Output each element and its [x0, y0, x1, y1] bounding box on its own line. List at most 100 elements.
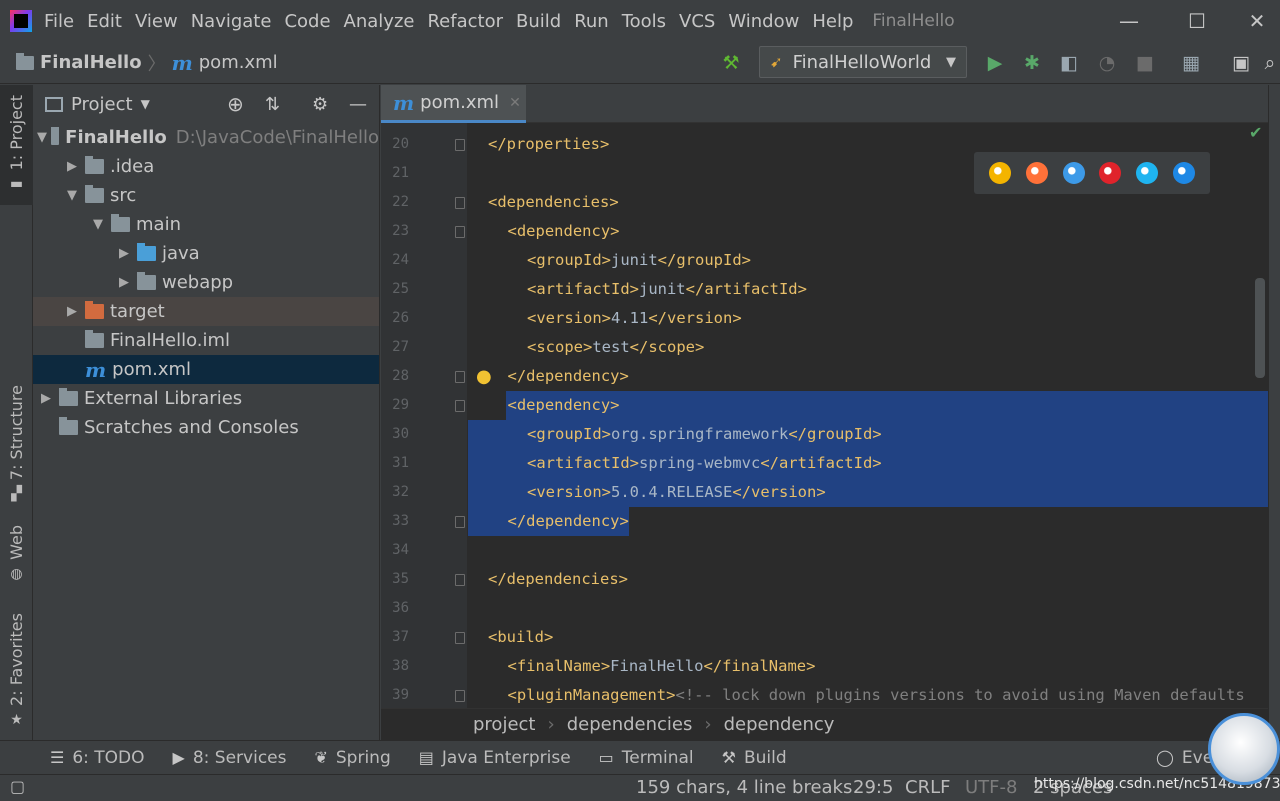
tree-item-idea[interactable]: ▶ .idea: [33, 152, 379, 181]
chrome-icon[interactable]: [989, 162, 1012, 184]
menu-analyze[interactable]: Analyze: [344, 11, 415, 32]
tool-tab-web[interactable]: Web ◍: [0, 525, 33, 582]
chevron-right-icon[interactable]: ▶: [63, 159, 81, 174]
tree-item-webapp[interactable]: ▶ webapp: [33, 268, 379, 297]
menu-code[interactable]: Code: [284, 11, 330, 32]
menu-file[interactable]: File: [44, 11, 74, 32]
profile-icon[interactable]: ◔: [1094, 50, 1120, 76]
folder-icon: [111, 214, 130, 232]
chevron-down-icon[interactable]: ▼: [141, 97, 150, 111]
build-hammer-icon[interactable]: ⚒: [718, 50, 744, 76]
edge-icon[interactable]: [1172, 162, 1195, 184]
fold-marker-icon[interactable]: [455, 516, 465, 528]
chevron-down-icon[interactable]: ▼: [89, 217, 107, 232]
line-number: 34: [392, 542, 409, 558]
ie-icon[interactable]: [1135, 162, 1158, 184]
editor-scrollbar[interactable]: [1255, 278, 1265, 378]
nav-crumb-project[interactable]: FinalHello: [16, 52, 142, 73]
hide-panel-icon[interactable]: —: [349, 94, 367, 115]
tree-item-main[interactable]: ▼ main: [33, 210, 379, 239]
safari-icon[interactable]: [1062, 162, 1085, 184]
breadcrumb-item[interactable]: project: [473, 714, 535, 735]
chevron-right-icon[interactable]: ▶: [115, 275, 133, 290]
menu-refactor[interactable]: Refactor: [427, 11, 503, 32]
tool-terminal[interactable]: ▭ Terminal: [599, 748, 694, 768]
search-icon[interactable]: ⌕: [1260, 50, 1280, 76]
editor-tab-pom[interactable]: m pom.xml ✕: [381, 85, 526, 123]
tool-services[interactable]: ▶ 8: Services: [173, 748, 287, 768]
chevron-right-icon[interactable]: ▶: [63, 304, 81, 319]
fold-marker-icon[interactable]: [455, 371, 465, 383]
menu-help[interactable]: Help: [812, 11, 853, 32]
code-editor[interactable]: 20 21 22 23 24 25 26 27 28 29 30 31 32 33 34 35 36 37 38 39…: [381, 123, 1268, 708]
scratches-icon: [59, 417, 78, 435]
tree-item-finalhello[interactable]: ▼ FinalHello D:\JavaCode\FinalHello: [33, 123, 379, 152]
inspection-ok-icon[interactable]: ✔: [1249, 123, 1262, 142]
breadcrumb-separator-icon: ›: [547, 714, 555, 735]
menu-navigate[interactable]: Navigate: [191, 11, 272, 32]
menu-run[interactable]: Run: [574, 11, 609, 32]
run-icon[interactable]: ▶: [982, 50, 1008, 76]
close-button[interactable]: ✕: [1244, 8, 1270, 34]
menu-window[interactable]: Window: [728, 11, 799, 32]
tree-item-external-libraries[interactable]: ▶ External Libraries: [33, 384, 379, 413]
project-view-selector[interactable]: Project: [71, 94, 133, 115]
menu-build[interactable]: Build: [516, 11, 561, 32]
tool-spring[interactable]: ❦ Spring: [314, 748, 390, 768]
menu-edit[interactable]: Edit: [87, 11, 122, 32]
stop-icon[interactable]: ■: [1132, 50, 1158, 76]
file-encoding[interactable]: UTF-8: [965, 777, 1017, 798]
tree-item-target[interactable]: ▶ target: [33, 297, 379, 326]
fold-marker-icon[interactable]: [455, 226, 465, 238]
firefox-icon[interactable]: [1025, 162, 1048, 184]
menu-view[interactable]: View: [135, 11, 178, 32]
tree-item-scratches-and-consoles[interactable]: Scratches and Consoles: [33, 413, 379, 442]
fold-marker-icon[interactable]: [455, 632, 465, 644]
coverage-icon[interactable]: ◧: [1056, 50, 1082, 76]
project-structure-icon[interactable]: ▦: [1178, 50, 1204, 76]
tree-item-src[interactable]: ▼ src: [33, 181, 379, 210]
fold-marker-icon[interactable]: [455, 690, 465, 702]
toggle-tool-windows-icon[interactable]: ▢: [10, 777, 25, 796]
tree-item-pom-xml[interactable]: m pom.xml: [33, 355, 379, 384]
tool-build[interactable]: ⚒ Build: [722, 748, 787, 768]
tree-item-finalhello-iml[interactable]: FinalHello.iml: [33, 326, 379, 355]
tool-tab-favorites[interactable]: 2: Favorites ★: [0, 613, 33, 728]
menu-tools[interactable]: Tools: [622, 11, 666, 32]
tool-tab-project[interactable]: 1: Project ▬: [0, 85, 33, 205]
collapse-all-icon[interactable]: ⇅: [265, 94, 280, 115]
line-number: 33: [392, 513, 409, 529]
tool-java-enterprise[interactable]: ▤ Java Enterprise: [419, 748, 571, 768]
line-separator[interactable]: CRLF: [905, 777, 950, 798]
breadcrumb-item[interactable]: dependencies: [567, 714, 693, 735]
chevron-right-icon[interactable]: ▶: [37, 391, 55, 406]
caret-position[interactable]: 29:5: [853, 777, 893, 798]
fold-marker-icon[interactable]: [455, 574, 465, 586]
maximize-button[interactable]: ☐: [1184, 8, 1210, 34]
tree-item-label: java: [162, 243, 200, 264]
fold-marker-icon[interactable]: [455, 197, 465, 209]
fold-marker-icon[interactable]: [455, 400, 465, 412]
presentation-icon[interactable]: ▣: [1228, 50, 1254, 76]
locate-target-icon[interactable]: ⊕: [227, 92, 244, 116]
fold-marker-icon[interactable]: [455, 139, 465, 151]
tree-item-java[interactable]: ▶ java: [33, 239, 379, 268]
tool-todo[interactable]: ☰ 6: TODO: [50, 748, 145, 768]
line-number: 36: [392, 600, 409, 616]
menu-vcs[interactable]: VCS: [679, 11, 715, 32]
maven-file-icon: m: [393, 90, 415, 115]
intention-bulb-icon[interactable]: ●: [476, 366, 492, 387]
minimize-button[interactable]: —: [1116, 8, 1142, 34]
chevron-right-icon[interactable]: ▶: [115, 246, 133, 261]
nav-project-label: FinalHello: [40, 52, 142, 73]
nav-crumb-file[interactable]: m pom.xml: [172, 51, 278, 75]
chevron-down-icon[interactable]: ▼: [63, 188, 81, 203]
debug-bug-icon[interactable]: ✱: [1019, 50, 1045, 76]
tool-tab-structure[interactable]: 7: Structure ▞: [0, 385, 33, 502]
close-tab-icon[interactable]: ✕: [509, 95, 521, 111]
chevron-down-icon[interactable]: ▼: [37, 130, 47, 145]
breadcrumb-item[interactable]: dependency: [724, 714, 835, 735]
run-configuration-dropdown[interactable]: ➹ FinalHelloWorld ▼: [759, 46, 967, 78]
opera-icon[interactable]: [1099, 162, 1122, 184]
gear-icon[interactable]: ⚙: [312, 94, 328, 115]
